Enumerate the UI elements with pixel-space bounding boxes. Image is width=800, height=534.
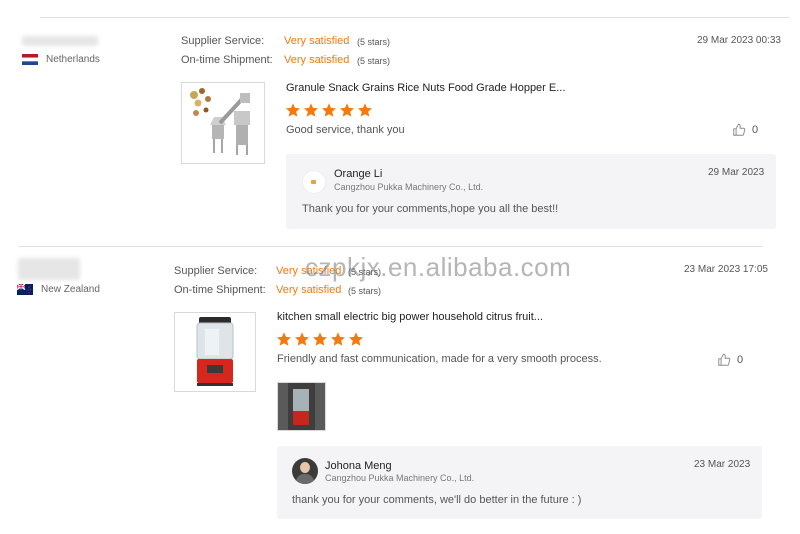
thumbs-up-icon bbox=[718, 353, 731, 366]
like-button[interactable]: 0 bbox=[732, 123, 758, 137]
like-button[interactable]: 0 bbox=[717, 353, 743, 367]
supplier-reply-text: Thank you for your comments,hope you all… bbox=[302, 203, 559, 215]
star-icon bbox=[295, 332, 309, 346]
review-date: 23 Mar 2023 17:05 bbox=[684, 264, 768, 275]
supplier-reply-name: Orange Li bbox=[334, 168, 383, 180]
supplier-reply-date: 29 Mar 2023 bbox=[708, 167, 765, 178]
reviewer-country: New Zealand bbox=[41, 284, 100, 295]
rating-stars bbox=[276, 331, 364, 347]
like-count: 0 bbox=[752, 124, 759, 136]
blender-image bbox=[196, 317, 234, 386]
supplier-reply-name: Johona Meng bbox=[325, 460, 392, 472]
product-title-link[interactable]: Granule Snack Grains Rice Nuts Food Grad… bbox=[286, 82, 565, 94]
reviewer-country: Netherlands bbox=[46, 54, 100, 65]
product-title-link[interactable]: kitchen small electric big power househo… bbox=[277, 311, 543, 323]
supplier-reply: Johona Meng Cangzhou Pukka Machinery Co.… bbox=[277, 446, 762, 519]
reviewer-name-blurred bbox=[18, 258, 80, 280]
star-icon bbox=[277, 332, 291, 346]
thumbs-up-icon bbox=[733, 123, 746, 136]
star-icon bbox=[349, 332, 363, 346]
watermark-text: czpkjx.en.alibaba.com bbox=[305, 252, 572, 282]
supplier-service-stars: (5 stars) bbox=[357, 37, 391, 47]
shipment-stars: (5 stars) bbox=[348, 286, 382, 296]
shipment-stars: (5 stars) bbox=[357, 56, 391, 66]
supplier-reply-company: Cangzhou Pukka Machinery Co., Ltd. bbox=[334, 182, 484, 192]
shipment-value: Very satisfied bbox=[284, 54, 350, 66]
review-divider bbox=[18, 246, 763, 247]
top-divider bbox=[40, 17, 790, 18]
supplier-service-label: Supplier Service: bbox=[174, 265, 258, 277]
supplier-avatar bbox=[292, 458, 318, 484]
supplier-service-value: Very satisfied bbox=[284, 35, 350, 47]
review-photo[interactable] bbox=[277, 382, 326, 431]
star-icon bbox=[322, 103, 336, 117]
shipment-value: Very satisfied bbox=[276, 284, 342, 296]
star-icon bbox=[304, 103, 318, 117]
shipment-label: On-time Shipment: bbox=[181, 54, 273, 66]
supplier-reply-text: thank you for your comments, we'll do be… bbox=[292, 494, 582, 506]
star-icon bbox=[340, 103, 354, 117]
review-comment: Good service, thank you bbox=[286, 124, 405, 136]
star-icon bbox=[358, 103, 372, 117]
supplier-service-label: Supplier Service: bbox=[181, 35, 265, 47]
like-count: 0 bbox=[737, 354, 744, 366]
rating-stars bbox=[285, 102, 373, 118]
netherlands-flag-icon bbox=[22, 54, 38, 65]
review-date: 29 Mar 2023 00:33 bbox=[697, 35, 781, 46]
product-thumbnail[interactable] bbox=[181, 82, 265, 164]
supplier-avatar bbox=[302, 170, 326, 194]
review-comment: Friendly and fast communication, made fo… bbox=[277, 353, 602, 365]
new-zealand-flag-icon bbox=[17, 284, 33, 295]
supplier-reply-date: 23 Mar 2023 bbox=[694, 459, 751, 470]
reviewer-name-blurred bbox=[22, 36, 98, 46]
star-icon bbox=[331, 332, 345, 346]
supplier-reply: Orange Li Cangzhou Pukka Machinery Co., … bbox=[286, 154, 776, 229]
supplier-reply-company: Cangzhou Pukka Machinery Co., Ltd. bbox=[325, 473, 475, 483]
shipment-label: On-time Shipment: bbox=[174, 284, 266, 296]
star-icon bbox=[313, 332, 327, 346]
review-photo-image bbox=[278, 383, 325, 430]
star-icon bbox=[286, 103, 300, 117]
hopper-machine-image bbox=[190, 88, 250, 155]
product-thumbnail[interactable] bbox=[174, 312, 256, 392]
